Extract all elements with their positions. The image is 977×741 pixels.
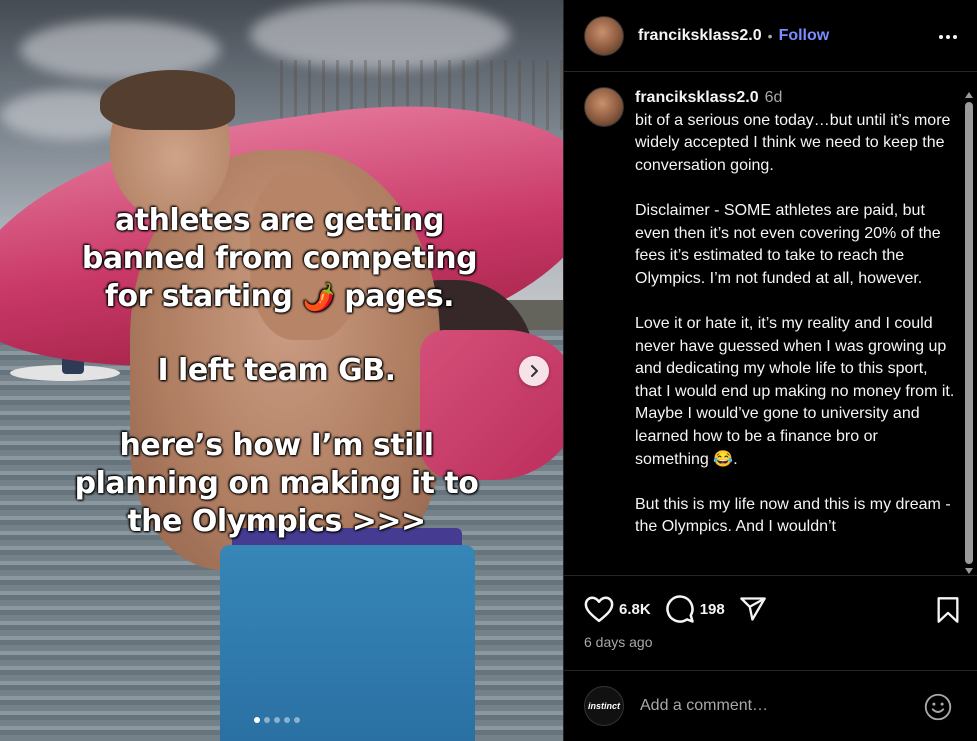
smiley-icon bbox=[924, 693, 952, 721]
comment-button[interactable]: 198 bbox=[665, 594, 725, 624]
author-username[interactable]: franciksklass2.0 bbox=[638, 27, 762, 45]
comment-header: franciksklass2.0 6d bit of a serious one … bbox=[635, 87, 955, 177]
caption-text: for starting bbox=[104, 279, 293, 314]
caption-line: banned from competing bbox=[81, 241, 478, 276]
comment-count[interactable]: 198 bbox=[700, 601, 725, 618]
carousel-dot-active bbox=[254, 717, 260, 723]
post-header: franciksklass2.0 • Follow bbox=[564, 0, 977, 72]
comment-time[interactable]: 6d bbox=[765, 89, 783, 106]
bookmark-icon bbox=[937, 597, 959, 623]
chevron-right-icon bbox=[531, 365, 538, 377]
caption-text: pages. bbox=[344, 279, 455, 314]
current-user-avatar: instinct bbox=[584, 686, 624, 726]
add-comment-bar: instinct bbox=[564, 670, 977, 741]
author-avatar[interactable] bbox=[584, 15, 624, 56]
comment-paragraph-with-emoji: Love it or hate it, it’s my reality and … bbox=[635, 313, 955, 471]
caption-line: athletes are getting bbox=[114, 203, 445, 238]
comment-paragraph: But this is my life now and this is my d… bbox=[635, 495, 951, 536]
comments-area[interactable]: franciksklass2.0 6d bit of a serious one … bbox=[564, 73, 977, 573]
caption-line: for starting 🌶️ pages. bbox=[0, 278, 561, 317]
like-button[interactable]: 6.8K bbox=[584, 595, 651, 623]
posted-time[interactable]: 6 days ago bbox=[584, 634, 653, 650]
comment-body: franciksklass2.0 6d bit of a serious one … bbox=[635, 87, 955, 539]
comment-icon bbox=[665, 595, 694, 623]
overlay-caption-1: athletes are getting banned from competi… bbox=[0, 202, 561, 317]
caption-line: I left team GB. bbox=[157, 353, 396, 388]
carousel-dot bbox=[274, 717, 280, 723]
more-horizontal-icon bbox=[939, 35, 957, 39]
caption-comment: franciksklass2.0 6d bit of a serious one … bbox=[584, 87, 955, 539]
author-avatar[interactable] bbox=[584, 87, 624, 127]
comments-scrollbar[interactable] bbox=[964, 92, 974, 574]
heart-icon bbox=[584, 596, 614, 623]
scroll-up-arrow-icon[interactable] bbox=[965, 92, 973, 98]
comment-punctuation: . bbox=[733, 450, 738, 468]
comment-paragraph: Love it or hate it, it’s my reality and … bbox=[635, 314, 955, 468]
comment-input[interactable] bbox=[640, 697, 910, 715]
scrollbar-thumb[interactable] bbox=[965, 102, 973, 564]
carousel-dot bbox=[264, 717, 270, 723]
follow-button[interactable]: Follow bbox=[779, 27, 830, 45]
carousel-dot bbox=[284, 717, 290, 723]
comment-paragraph: Disclaimer - SOME athletes are paid, but… bbox=[635, 201, 941, 287]
save-button[interactable] bbox=[936, 596, 960, 629]
overlay-caption-2: I left team GB. bbox=[0, 352, 558, 390]
caption-line: the Olympics >>> bbox=[127, 504, 426, 539]
like-count[interactable]: 6.8K bbox=[619, 601, 651, 618]
send-icon bbox=[739, 597, 766, 621]
carousel-next-button[interactable] bbox=[519, 356, 549, 386]
emoji-picker-button[interactable] bbox=[924, 693, 952, 721]
post-media[interactable]: athletes are getting banned from competi… bbox=[0, 0, 563, 741]
post-viewer: athletes are getting banned from competi… bbox=[0, 0, 977, 741]
comment-paragraph: bit of a serious one today…but until it’… bbox=[635, 111, 951, 174]
overlay-caption-3: here’s how I’m still planning on making … bbox=[0, 427, 558, 541]
laughing-emoji-icon: 😂 bbox=[713, 450, 734, 468]
header-separator: • bbox=[767, 27, 773, 44]
post-sidebar: franciksklass2.0 • Follow franciksklass2… bbox=[563, 0, 977, 741]
carousel-indicator bbox=[254, 717, 300, 723]
share-button[interactable] bbox=[739, 595, 767, 623]
more-options-button[interactable] bbox=[936, 25, 960, 49]
caption-line: here’s how I’m still bbox=[119, 428, 434, 463]
carousel-dot bbox=[294, 717, 300, 723]
chili-pepper-icon: 🌶️ bbox=[302, 283, 335, 313]
post-actions: 6.8K 198 6 days ago bbox=[564, 575, 977, 683]
comment-username[interactable]: franciksklass2.0 bbox=[635, 89, 759, 106]
scroll-down-arrow-icon[interactable] bbox=[965, 568, 973, 574]
caption-line: planning on making it to bbox=[74, 466, 479, 501]
action-bar: 6.8K 198 bbox=[584, 594, 781, 624]
